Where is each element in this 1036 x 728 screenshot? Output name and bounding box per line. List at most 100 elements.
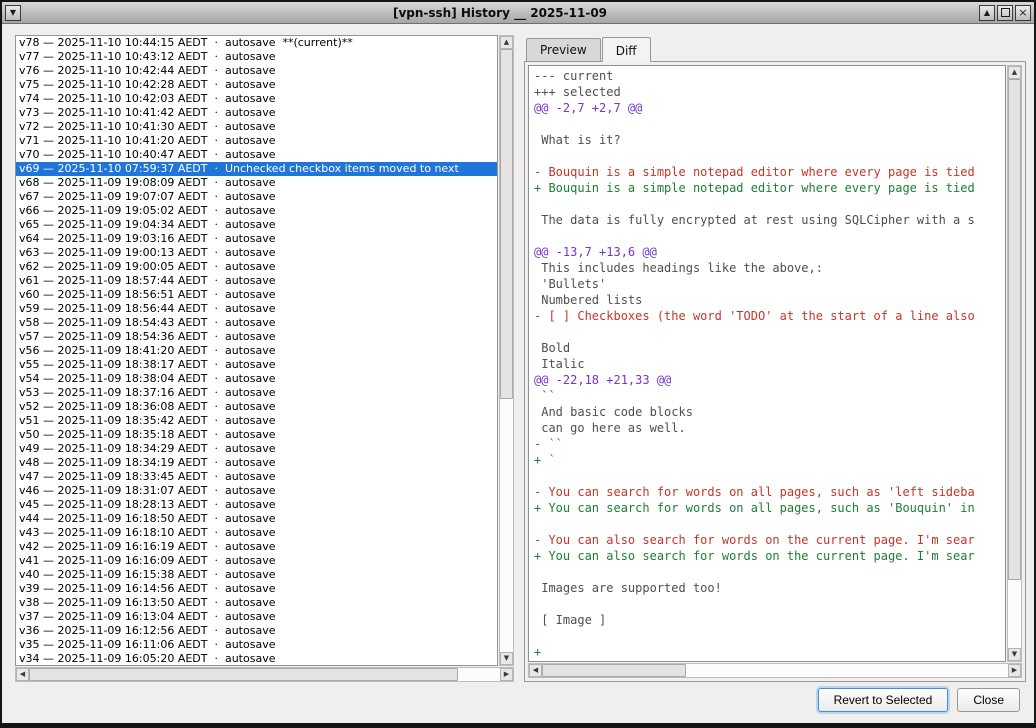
history-version-row[interactable]: v51 — 2025-11-09 18:35:42 AEDT · autosav… <box>16 414 497 428</box>
history-version-row[interactable]: v76 — 2025-11-10 10:42:44 AEDT · autosav… <box>16 64 497 78</box>
history-version-row[interactable]: v50 — 2025-11-09 18:35:18 AEDT · autosav… <box>16 428 497 442</box>
history-version-row[interactable]: v69 — 2025-11-10 07:59:37 AEDT · Uncheck… <box>16 162 497 176</box>
history-version-row[interactable]: v41 — 2025-11-09 16:16:09 AEDT · autosav… <box>16 554 497 568</box>
history-version-row[interactable]: v39 — 2025-11-09 16:14:56 AEDT · autosav… <box>16 582 497 596</box>
scroll-down-icon[interactable]: ▼ <box>1008 648 1021 661</box>
scroll-left-icon[interactable]: ◀ <box>529 664 542 677</box>
diff-line: Numbered lists <box>534 292 1005 308</box>
scroll-up-icon[interactable]: ▲ <box>1008 66 1021 79</box>
history-version-row[interactable]: v73 — 2025-11-10 10:41:42 AEDT · autosav… <box>16 106 497 120</box>
diff-line: @@ -13,7 +13,6 @@ <box>534 244 1005 260</box>
history-version-row[interactable]: v68 — 2025-11-09 19:08:09 AEDT · autosav… <box>16 176 497 190</box>
history-hscroll-thumb[interactable] <box>29 668 458 681</box>
history-version-row[interactable]: v34 — 2025-11-09 16:05:20 AEDT · autosav… <box>16 652 497 666</box>
history-version-row[interactable]: v43 — 2025-11-09 16:18:10 AEDT · autosav… <box>16 526 497 540</box>
diff-vscroll-track[interactable] <box>1008 79 1021 648</box>
close-button[interactable]: Close <box>957 688 1020 712</box>
history-version-row[interactable]: v60 — 2025-11-09 18:56:51 AEDT · autosav… <box>16 288 497 302</box>
scroll-right-icon[interactable]: ▶ <box>500 668 513 681</box>
history-vertical-scrollbar[interactable]: ▲ ▼ <box>499 35 514 666</box>
tab-diff[interactable]: Diff <box>602 37 651 62</box>
history-version-row[interactable]: v63 — 2025-11-09 19:00:13 AEDT · autosav… <box>16 246 497 260</box>
diff-line: - You can search for words on all pages,… <box>534 484 1005 500</box>
history-version-row[interactable]: v36 — 2025-11-09 16:12:56 AEDT · autosav… <box>16 624 497 638</box>
history-version-row[interactable]: v40 — 2025-11-09 16:15:38 AEDT · autosav… <box>16 568 497 582</box>
history-version-row[interactable]: v72 — 2025-11-10 10:41:30 AEDT · autosav… <box>16 120 497 134</box>
diff-line: + Bouquin is a simple notepad editor whe… <box>534 180 1005 196</box>
history-version-row[interactable]: v42 — 2025-11-09 16:16:19 AEDT · autosav… <box>16 540 497 554</box>
history-version-row[interactable]: v78 — 2025-11-10 10:44:15 AEDT · autosav… <box>16 36 497 50</box>
history-version-row[interactable]: v55 — 2025-11-09 18:38:17 AEDT · autosav… <box>16 358 497 372</box>
history-version-row[interactable]: v61 — 2025-11-09 18:57:44 AEDT · autosav… <box>16 274 497 288</box>
scroll-down-icon[interactable]: ▼ <box>500 652 513 665</box>
history-version-row[interactable]: v58 — 2025-11-09 18:54:43 AEDT · autosav… <box>16 316 497 330</box>
version-history-list[interactable]: v78 — 2025-11-10 10:44:15 AEDT · autosav… <box>15 35 498 666</box>
diff-hscroll-thumb[interactable] <box>542 664 686 677</box>
diff-vscroll-thumb[interactable] <box>1008 79 1021 580</box>
window-menu-button[interactable]: ▼ <box>5 5 21 21</box>
history-version-row[interactable]: v54 — 2025-11-09 18:38:04 AEDT · autosav… <box>16 372 497 386</box>
diff-line: - Bouquin is a simple notepad editor whe… <box>534 164 1005 180</box>
history-version-row[interactable]: v74 — 2025-11-10 10:42:03 AEDT · autosav… <box>16 92 497 106</box>
revert-to-selected-button[interactable]: Revert to Selected <box>818 688 949 712</box>
history-version-row[interactable]: v35 — 2025-11-09 16:11:06 AEDT · autosav… <box>16 638 497 652</box>
close-window-button[interactable]: × <box>1015 5 1031 21</box>
diff-line: @@ -22,18 +21,33 @@ <box>534 372 1005 388</box>
history-horizontal-scrollbar[interactable]: ◀ ▶ <box>15 667 514 682</box>
history-version-row[interactable]: v71 — 2025-11-10 10:41:20 AEDT · autosav… <box>16 134 497 148</box>
diff-vertical-scrollbar[interactable]: ▲ ▼ <box>1007 65 1022 662</box>
history-window: ▼ [vpn-ssh] History __ 2025-11-09 ▲ × v7… <box>0 0 1036 728</box>
history-version-row[interactable]: v59 — 2025-11-09 18:56:44 AEDT · autosav… <box>16 302 497 316</box>
history-version-row[interactable]: v77 — 2025-11-10 10:43:12 AEDT · autosav… <box>16 50 497 64</box>
scroll-right-icon[interactable]: ▶ <box>1008 664 1021 677</box>
diff-line <box>534 596 1005 612</box>
history-version-row[interactable]: v70 — 2025-11-10 10:40:47 AEDT · autosav… <box>16 148 497 162</box>
tab-preview[interactable]: Preview <box>526 38 601 61</box>
history-version-row[interactable]: v47 — 2025-11-09 18:33:45 AEDT · autosav… <box>16 470 497 484</box>
history-vscroll-track[interactable] <box>500 49 513 652</box>
history-version-row[interactable]: v45 — 2025-11-09 18:28:13 AEDT · autosav… <box>16 498 497 512</box>
history-version-row[interactable]: v53 — 2025-11-09 18:37:16 AEDT · autosav… <box>16 386 497 400</box>
diff-line <box>534 324 1005 340</box>
diff-line: [ Image ] <box>534 612 1005 628</box>
diff-text-area[interactable]: --- current+++ selected@@ -2,7 +2,7 @@ W… <box>528 65 1006 662</box>
notebook-frame: --- current+++ selected@@ -2,7 +2,7 @@ W… <box>524 61 1026 682</box>
diff-horizontal-scrollbar[interactable]: ◀ ▶ <box>528 663 1022 678</box>
history-version-row[interactable]: v75 — 2025-11-10 10:42:28 AEDT · autosav… <box>16 78 497 92</box>
history-version-row[interactable]: v46 — 2025-11-09 18:31:07 AEDT · autosav… <box>16 484 497 498</box>
history-version-row[interactable]: v67 — 2025-11-09 19:07:07 AEDT · autosav… <box>16 190 497 204</box>
diff-line: - [ ] Checkboxes (the word 'TODO' at the… <box>534 308 1005 324</box>
history-version-row[interactable]: v62 — 2025-11-09 19:00:05 AEDT · autosav… <box>16 260 497 274</box>
history-version-row[interactable]: v38 — 2025-11-09 16:13:50 AEDT · autosav… <box>16 596 497 610</box>
close-icon: × <box>1018 7 1027 18</box>
history-vscroll-thumb[interactable] <box>500 49 513 399</box>
diff-line: 'Bullets' <box>534 276 1005 292</box>
history-panel: v78 — 2025-11-10 10:44:15 AEDT · autosav… <box>15 35 514 682</box>
diff-line <box>534 196 1005 212</box>
diff-hscroll-track[interactable] <box>542 664 1008 677</box>
diff-line: --- current <box>534 68 1005 84</box>
scroll-up-icon[interactable]: ▲ <box>500 36 513 49</box>
diff-line: - `` <box>534 436 1005 452</box>
history-version-row[interactable]: v64 — 2025-11-09 19:03:16 AEDT · autosav… <box>16 232 497 246</box>
history-version-row[interactable]: v56 — 2025-11-09 18:41:20 AEDT · autosav… <box>16 344 497 358</box>
diff-line <box>534 468 1005 484</box>
diff-line <box>534 148 1005 164</box>
history-version-row[interactable]: v48 — 2025-11-09 18:34:19 AEDT · autosav… <box>16 456 497 470</box>
history-version-row[interactable]: v44 — 2025-11-09 16:18:50 AEDT · autosav… <box>16 512 497 526</box>
history-version-row[interactable]: v52 — 2025-11-09 18:36:08 AEDT · autosav… <box>16 400 497 414</box>
diff-line <box>534 116 1005 132</box>
history-version-row[interactable]: v65 — 2025-11-09 19:04:34 AEDT · autosav… <box>16 218 497 232</box>
minimize-button[interactable]: ▲ <box>979 5 995 21</box>
maximize-button[interactable] <box>997 5 1013 21</box>
history-version-row[interactable]: v37 — 2025-11-09 16:13:04 AEDT · autosav… <box>16 610 497 624</box>
scroll-left-icon[interactable]: ◀ <box>16 668 29 681</box>
history-version-row[interactable]: v49 — 2025-11-09 18:34:29 AEDT · autosav… <box>16 442 497 456</box>
diff-line: What is it? <box>534 132 1005 148</box>
diff-line: @@ -2,7 +2,7 @@ <box>534 100 1005 116</box>
history-version-row[interactable]: v66 — 2025-11-09 19:05:02 AEDT · autosav… <box>16 204 497 218</box>
diff-line <box>534 516 1005 532</box>
history-hscroll-track[interactable] <box>29 668 500 681</box>
diff-line: +++ selected <box>534 84 1005 100</box>
history-version-row[interactable]: v57 — 2025-11-09 18:54:36 AEDT · autosav… <box>16 330 497 344</box>
